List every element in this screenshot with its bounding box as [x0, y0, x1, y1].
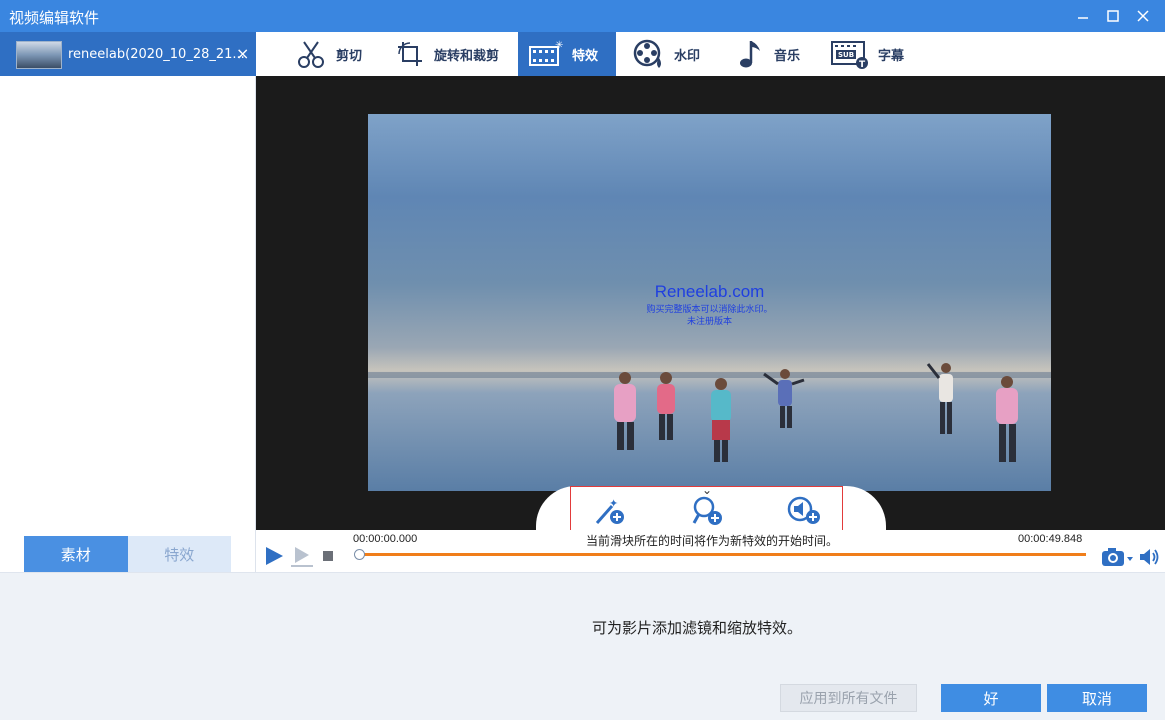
window-title: 视频编辑软件: [9, 9, 100, 27]
current-time: 00:00:00.000: [353, 533, 418, 545]
file-tab[interactable]: reneelab(2020_10_28_21... ×: [0, 32, 256, 76]
watermark-line-1: 购买完整版本可以消除此水印。: [646, 305, 773, 315]
play-button[interactable]: [262, 544, 286, 568]
file-name: reneelab(2020_10_28_21...: [68, 47, 245, 62]
edit-toolbar: 剪切 旋转和裁剪 ✳ 特效 水印 音乐 SUB T 字幕: [256, 32, 1165, 76]
timeline-hint: 当前滑块所在的时间将作为新特效的开始时间。: [586, 534, 839, 548]
watermark-notice: 购买完整版本可以消除此水印。 未注册版本: [368, 304, 1051, 328]
effects-icon: ✳: [529, 40, 563, 66]
add-zoom-button[interactable]: [691, 495, 725, 527]
close-file-button[interactable]: ×: [236, 44, 249, 63]
ok-button[interactable]: 好: [941, 684, 1041, 712]
tab-effects[interactable]: ✳ 特效: [518, 32, 616, 76]
volume-button[interactable]: [1136, 544, 1162, 570]
minimize-icon: [1078, 17, 1088, 19]
close-window-button[interactable]: [1131, 4, 1155, 28]
watermark-title: Reneelab.com: [654, 282, 765, 301]
video-preview: Reneelab.com 购买完整版本可以消除此水印。 未注册版本: [368, 114, 1051, 491]
timeline-track[interactable]: [360, 553, 1086, 556]
stop-button[interactable]: [320, 548, 336, 564]
cancel-button[interactable]: 取消: [1047, 684, 1147, 712]
total-duration: 00:00:49.848: [1018, 533, 1083, 545]
tab-music[interactable]: 音乐: [726, 32, 810, 76]
people-silhouettes: [614, 363, 1018, 462]
add-audio-effect-icon: [787, 496, 820, 524]
tab-rotate-crop[interactable]: 旋转和裁剪: [384, 32, 509, 76]
add-filter-button[interactable]: ✦: [593, 495, 627, 527]
subtitle-icon: SUB T: [831, 41, 868, 70]
speaker-icon: [1140, 549, 1159, 565]
minimize-button[interactable]: [1071, 4, 1095, 28]
material-list-panel: [0, 76, 256, 572]
maximize-icon: [1107, 10, 1119, 22]
watermark-icon: [633, 39, 661, 68]
svg-text:✳: ✳: [555, 40, 563, 51]
tab-rotate-crop-label: 旋转和裁剪: [434, 48, 500, 64]
preview-stage: Reneelab.com 购买完整版本可以消除此水印。 未注册版本 ⌄ ✦: [256, 76, 1165, 533]
play-icon: [266, 547, 283, 565]
apply-to-all-button[interactable]: 应用到所有文件: [780, 684, 917, 712]
tab-watermark-label: 水印: [674, 48, 701, 64]
timeline-slider-handle[interactable]: [354, 549, 365, 560]
scissors-icon: [298, 41, 324, 68]
tab-subtitle-label: 字幕: [878, 48, 905, 64]
tab-cut[interactable]: 剪切: [284, 32, 372, 76]
snapshot-button[interactable]: [1100, 544, 1134, 570]
close-icon: [1137, 10, 1149, 22]
svg-text:SUB: SUB: [838, 51, 854, 59]
add-audio-effect-button[interactable]: [787, 495, 821, 527]
stop-icon: [323, 551, 333, 561]
tab-effects-label: 特效: [572, 48, 599, 64]
title-bar: 视频编辑软件: [0, 0, 1165, 32]
effects-description: 可为影片添加滤镜和缩放特效。: [592, 619, 803, 637]
tab-effects-list[interactable]: 特效: [127, 536, 231, 572]
player-controls: 00:00:00.000 当前滑块所在的时间将作为新特效的开始时间。 00:00…: [256, 530, 1165, 572]
tab-watermark[interactable]: 水印: [622, 32, 710, 76]
tab-material[interactable]: 素材: [24, 536, 128, 572]
rotate-crop-icon: [398, 42, 422, 66]
video-thumbnail: [16, 41, 62, 69]
bottom-panel: 可为影片添加滤镜和缩放特效。 应用到所有文件 好 取消: [0, 572, 1165, 720]
play-segment-icon: [291, 547, 313, 567]
camera-icon: [1102, 548, 1133, 566]
svg-text:✦: ✦: [609, 497, 618, 510]
left-panel-tabs: 素材 特效: [24, 536, 231, 572]
tab-music-label: 音乐: [774, 48, 801, 64]
add-zoom-icon: [692, 496, 722, 525]
music-note-icon: [740, 41, 760, 68]
add-filter-icon: ✦: [595, 497, 624, 524]
effect-add-buttons: ⌄ ✦: [570, 483, 843, 533]
watermark-line-2: 未注册版本: [686, 317, 732, 327]
tab-subtitle[interactable]: SUB T 字幕: [820, 32, 914, 76]
play-selection-button[interactable]: [288, 544, 316, 568]
tab-cut-label: 剪切: [336, 48, 363, 64]
maximize-button[interactable]: [1101, 4, 1125, 28]
svg-text:T: T: [859, 60, 866, 70]
